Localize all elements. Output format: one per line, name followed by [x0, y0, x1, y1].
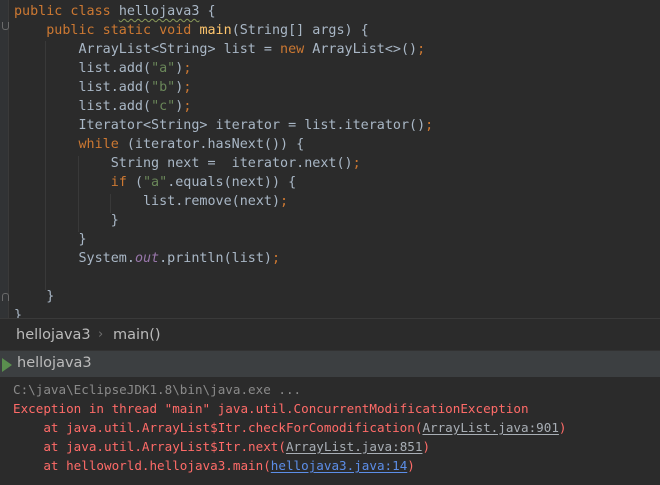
- code-line[interactable]: list.add("c");: [14, 97, 191, 116]
- stack-frame-suffix: ): [422, 439, 431, 454]
- code-token: String next = iterator.next(): [14, 156, 353, 171]
- code-token: }: [14, 213, 119, 228]
- code-token: "a": [143, 175, 168, 190]
- breadcrumb-separator: ›: [98, 327, 104, 342]
- console-output[interactable]: C:\java\EclipseJDK1.8\bin\java.exe ... E…: [0, 378, 660, 485]
- code-token: (: [134, 175, 143, 190]
- code-token: Iterator<String> iterator = list.iterato…: [14, 118, 426, 133]
- code-token: }: [14, 232, 87, 247]
- code-token: .println(list): [159, 251, 272, 266]
- code-token: ;: [280, 194, 289, 209]
- code-token: ArrayList<>(): [312, 42, 418, 57]
- run-config-icon: [2, 358, 12, 372]
- code-token: if: [110, 175, 135, 190]
- code-token: while: [78, 137, 127, 152]
- stack-frame-suffix: ): [558, 420, 567, 435]
- code-token: (iterator.hasNext()) {: [126, 137, 305, 152]
- code-token: main: [199, 23, 232, 38]
- breadcrumb: hellojava3 › main(): [0, 318, 660, 351]
- code-token: list.remove(next): [14, 194, 281, 209]
- code-line[interactable]: String next = iterator.next();: [14, 154, 361, 173]
- code-token: .equals(next)) {: [167, 175, 297, 190]
- run-tool-window-header: hellojava3: [0, 351, 660, 378]
- code-token: list.add(: [14, 61, 152, 76]
- code-line[interactable]: ArrayList<String> list = new ArrayList<>…: [14, 40, 425, 59]
- breadcrumb-method[interactable]: main(): [113, 327, 161, 343]
- code-editor[interactable]: public class hellojava3 { public static …: [0, 0, 660, 318]
- breadcrumb-class[interactable]: hellojava3: [16, 327, 91, 343]
- code-token: ;: [183, 99, 192, 114]
- fold-marker-icon[interactable]: [2, 293, 9, 301]
- code-line[interactable]: }: [14, 230, 87, 249]
- stack-frame-text: at helloworld.hellojava3.main(: [13, 458, 271, 473]
- code-token: out: [134, 251, 160, 266]
- code-token: ;: [183, 61, 192, 76]
- code-token: ;: [183, 80, 192, 95]
- code-token: public static void: [14, 23, 200, 38]
- code-line[interactable]: }: [14, 306, 22, 318]
- code-line[interactable]: Iterator<String> iterator = list.iterato…: [14, 116, 433, 135]
- editor-gutter[interactable]: [0, 0, 9, 318]
- stack-trace-line: at java.util.ArrayList$Itr.checkForComod…: [13, 418, 567, 437]
- code-line[interactable]: list.remove(next);: [14, 192, 288, 211]
- code-token: ArrayList<String> list =: [14, 42, 281, 57]
- console-command-line: C:\java\EclipseJDK1.8\bin\java.exe ...: [13, 382, 302, 397]
- code-token: ;: [352, 156, 361, 171]
- code-token: public class: [14, 4, 119, 19]
- code-line[interactable]: public static void main(String[] args) {: [14, 21, 369, 40]
- code-token: "b": [151, 80, 176, 95]
- console-exception-line: Exception in thread "main" java.util.Con…: [13, 401, 529, 416]
- code-token: ;: [417, 42, 426, 57]
- code-line[interactable]: System.out.println(list);: [14, 249, 280, 268]
- stack-trace-line: at helloworld.hellojava3.main(hellojava3…: [13, 456, 415, 475]
- code-token: ;: [425, 118, 434, 133]
- fold-marker-icon[interactable]: [2, 22, 9, 30]
- code-token: new: [280, 42, 313, 57]
- code-token: hellojava3: [118, 4, 200, 19]
- code-line[interactable]: if ("a".equals(next)) {: [14, 173, 296, 192]
- code-token: list.add(: [14, 80, 152, 95]
- code-line[interactable]: list.add("a");: [14, 59, 191, 78]
- code-token: }: [14, 308, 23, 318]
- code-token: {: [199, 4, 216, 19]
- source-link[interactable]: hellojava3.java:14: [271, 458, 407, 473]
- run-tab-label: hellojava3: [17, 355, 92, 371]
- code-line[interactable]: while (iterator.hasNext()) {: [14, 135, 305, 154]
- source-link[interactable]: ArrayList.java:851: [286, 439, 422, 454]
- source-link[interactable]: ArrayList.java:901: [422, 420, 558, 435]
- code-token: "a": [151, 61, 176, 76]
- stack-trace-line: at java.util.ArrayList$Itr.next(ArrayLis…: [13, 437, 430, 456]
- code-line[interactable]: list.add("b");: [14, 78, 191, 97]
- code-line[interactable]: }: [14, 211, 119, 230]
- stack-frame-text: at java.util.ArrayList$Itr.next(: [13, 439, 286, 454]
- code-token: "c": [151, 99, 176, 114]
- code-token: list.add(: [14, 99, 152, 114]
- code-token: }: [14, 289, 55, 304]
- stack-frame-text: at java.util.ArrayList$Itr.checkForComod…: [13, 420, 423, 435]
- ide-window: public class hellojava3 { public static …: [0, 0, 660, 485]
- code-token: ;: [272, 251, 281, 266]
- stack-frame-suffix: ): [407, 458, 415, 473]
- code-line[interactable]: public class hellojava3 {: [14, 2, 216, 21]
- code-token: System.: [14, 251, 135, 266]
- code-line[interactable]: }: [14, 287, 54, 306]
- code-token: (String[] args) {: [231, 23, 369, 38]
